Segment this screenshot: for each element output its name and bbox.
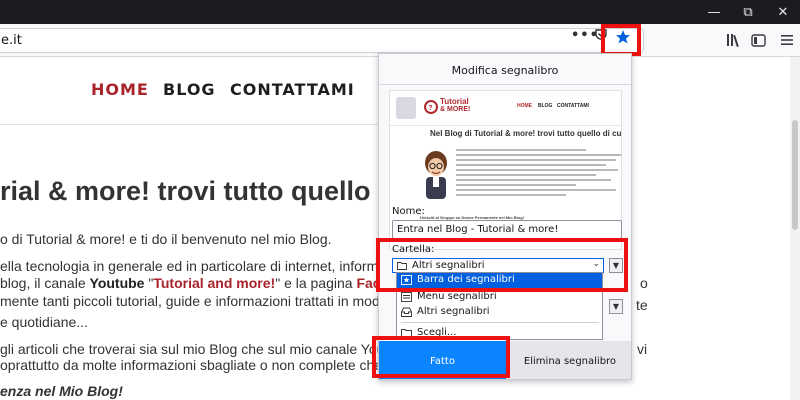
- folder-label: Cartella:: [392, 244, 435, 255]
- site-paragraph-1: o di Tutorial & more! e ti do il benvenu…: [0, 231, 332, 247]
- text-span: blog, il canale: [0, 275, 90, 291]
- hamburger-menu-icon[interactable]: [777, 30, 797, 50]
- window-titlebar: — ⧉ ✕: [0, 0, 800, 24]
- preview-nav-blog: BLOG: [538, 103, 553, 109]
- edit-bookmark-panel: Modifica segnalibro ? Tutorial & MORE! H…: [378, 53, 632, 380]
- folder-option-bookmarks-toolbar[interactable]: Barra dei segnalibri: [397, 273, 602, 288]
- done-button[interactable]: Fatto: [379, 341, 506, 379]
- url-text: e.it: [1, 33, 22, 48]
- bookmarks-toolbar-icon: [401, 275, 412, 285]
- sidebar-icon[interactable]: [748, 30, 768, 50]
- preview-nav-home: HOME: [517, 103, 532, 109]
- expand-folder-tree-button[interactable]: ▼: [609, 258, 623, 273]
- site-nav-blog[interactable]: BLOG: [163, 80, 216, 99]
- folder-option-bookmarks-menu[interactable]: Menu segnalibri: [397, 290, 602, 305]
- name-label: Nome:: [392, 206, 425, 217]
- folder-option-label: Barra dei segnalibri: [417, 274, 515, 285]
- library-icon[interactable]: [724, 30, 744, 50]
- folder-option-label: Menu segnalibri: [417, 291, 497, 302]
- dropdown-separator: [401, 322, 599, 323]
- site-fragment-right-3: vi: [637, 341, 648, 357]
- panel-divider: [379, 84, 631, 85]
- site-paragraph-2d: e quotidiane...: [0, 314, 88, 330]
- preview-headline: Nel Blog di Tutorial & more! trovi tutto…: [430, 129, 622, 138]
- chevron-down-icon: ⌄: [592, 259, 600, 269]
- youtube-link[interactable]: Youtube: [90, 275, 145, 291]
- remove-bookmark-button[interactable]: Elimina segnalibro: [506, 341, 631, 379]
- site-paragraph-3a: gli articoli che troverai sia sul mio Bl…: [0, 341, 380, 357]
- site-nav-home[interactable]: HOME: [91, 80, 149, 99]
- text-span: " e la pagina: [275, 275, 357, 291]
- panel-title: Modifica segnalibro: [451, 64, 559, 77]
- folder-option-other-bookmarks[interactable]: Altri segnalibri: [397, 305, 602, 320]
- folder-select[interactable]: Altri segnalibri ⌄: [392, 258, 604, 273]
- preview-caricature-image: [425, 151, 447, 199]
- preview-nav-contact: CONTATTAMI: [557, 103, 589, 109]
- preview-logo: ? Tutorial & MORE!: [424, 97, 484, 119]
- chevron-down-icon: ▼: [612, 302, 620, 311]
- preview-avatar: [396, 97, 416, 119]
- chevron-down-icon: ▼: [612, 261, 620, 270]
- bookmarks-menu-icon: [401, 292, 412, 302]
- preview-divider: [390, 125, 621, 126]
- bookmark-star-button[interactable]: [611, 27, 635, 47]
- site-fragment-right-2: te: [636, 297, 648, 313]
- bookmark-name-input[interactable]: Entra nel Blog - Tutorial & more!: [392, 220, 622, 239]
- preview-body-text: [456, 149, 621, 199]
- url-bar[interactable]: e.it: [0, 28, 644, 53]
- text-span: ": [144, 275, 154, 291]
- folder-dropdown-list: Barra dei segnalibri Menu segnalibri Alt…: [396, 272, 603, 340]
- folder-option-label: Altri segnalibri: [417, 306, 490, 317]
- other-bookmarks-icon: [401, 307, 412, 317]
- site-nav-contact[interactable]: CONTATTAMI: [230, 80, 355, 99]
- site-divider: [0, 124, 380, 125]
- page-scrollbar-thumb[interactable]: [792, 120, 798, 230]
- preview-logo-line1: Tutorial: [440, 97, 469, 106]
- folder-option-label: Scegli...: [417, 327, 457, 338]
- minimize-icon[interactable]: —: [697, 0, 731, 24]
- site-paragraph-2a: ella tecnologia in generale ed in partic…: [0, 258, 380, 274]
- pocket-icon[interactable]: [594, 28, 608, 42]
- maximize-icon[interactable]: ⧉: [731, 0, 765, 24]
- channel-name-link[interactable]: Tutorial and more!: [153, 275, 275, 291]
- folder-icon: [397, 262, 407, 270]
- site-paragraph-3b: oprattutto da molte informazioni sbaglia…: [0, 357, 380, 373]
- close-icon[interactable]: ✕: [766, 0, 800, 24]
- facebook-link[interactable]: Facebook: [356, 275, 380, 291]
- site-fragment-right-1: o: [640, 275, 648, 291]
- bookmark-star-icon: [616, 30, 630, 44]
- preview-logo-line2: & MORE!: [440, 106, 471, 113]
- site-headline: rial & more! trovi tutto quello: [0, 176, 371, 206]
- svg-text:?: ?: [428, 105, 432, 112]
- folder-option-choose[interactable]: Scegli...: [397, 326, 602, 341]
- folder-icon: [401, 329, 412, 338]
- site-paragraph-2b: blog, il canale Youtube "Tutorial and mo…: [0, 275, 380, 291]
- expand-tags-button[interactable]: ▼: [609, 299, 623, 314]
- site-paragraph-2c: mente tanti piccoli tutorial, guide e in…: [0, 293, 380, 309]
- folder-select-value: Altri segnalibri: [412, 260, 485, 271]
- site-paragraph-4: enza nel Mio Blog!: [0, 383, 123, 399]
